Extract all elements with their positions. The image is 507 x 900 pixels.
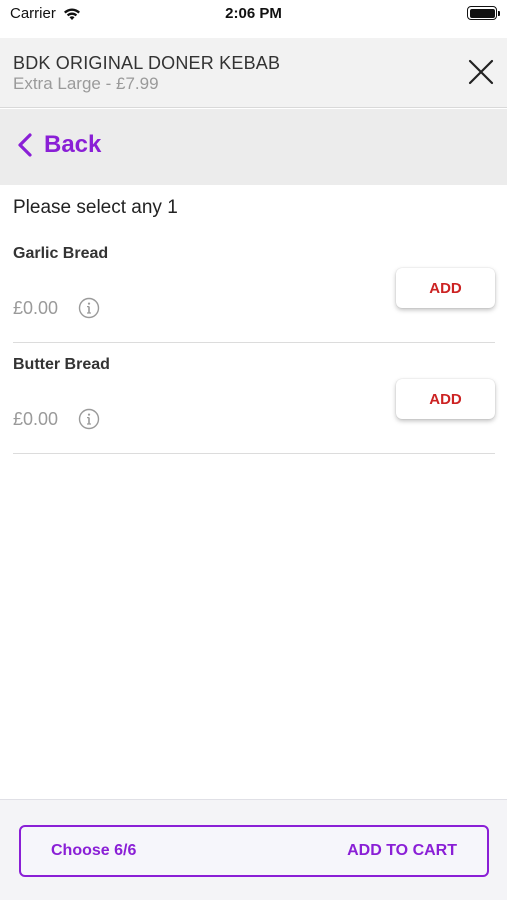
add-to-cart-button[interactable]: Choose 6/6 ADD TO CART	[19, 825, 489, 877]
option-row: Butter Bread £0.00 ADD	[13, 344, 495, 454]
option-price-row: £0.00	[13, 297, 100, 319]
option-name: Butter Bread	[13, 356, 110, 373]
item-size-price: Extra Large - £7.99	[13, 74, 159, 93]
option-selection-screen: Carrier 2:06 PM BDK ORIGINAL DONER KEBAB…	[0, 0, 507, 900]
chevron-left-icon	[18, 133, 32, 157]
choose-progress-label: Choose 6/6	[51, 842, 137, 859]
add-garlic-bread-button[interactable]: ADD	[396, 268, 495, 308]
footer-bar: Choose 6/6 ADD TO CART	[0, 799, 507, 900]
option-price: £0.00	[13, 408, 59, 429]
item-title: BDK ORIGINAL DONER KEBAB	[13, 53, 281, 73]
close-icon[interactable]	[467, 58, 495, 86]
status-time: 2:06 PM	[225, 5, 282, 22]
add-to-cart-label: ADD TO CART	[347, 842, 457, 859]
info-icon[interactable]	[78, 297, 100, 319]
navigation-bar: Back	[0, 109, 507, 185]
option-price-row: £0.00	[13, 408, 100, 430]
battery-icon	[467, 6, 500, 20]
option-row: Garlic Bread £0.00 ADD	[13, 233, 495, 343]
back-label: Back	[44, 131, 102, 158]
option-price: £0.00	[13, 297, 59, 318]
status-bar: Carrier 2:06 PM	[0, 0, 507, 30]
selection-instruction: Please select any 1	[13, 197, 178, 218]
back-button[interactable]: Back	[16, 131, 101, 159]
item-header: BDK ORIGINAL DONER KEBAB Extra Large - £…	[0, 38, 507, 108]
info-icon[interactable]	[78, 408, 100, 430]
option-name: Garlic Bread	[13, 245, 109, 262]
add-butter-bread-button[interactable]: ADD	[396, 379, 495, 419]
